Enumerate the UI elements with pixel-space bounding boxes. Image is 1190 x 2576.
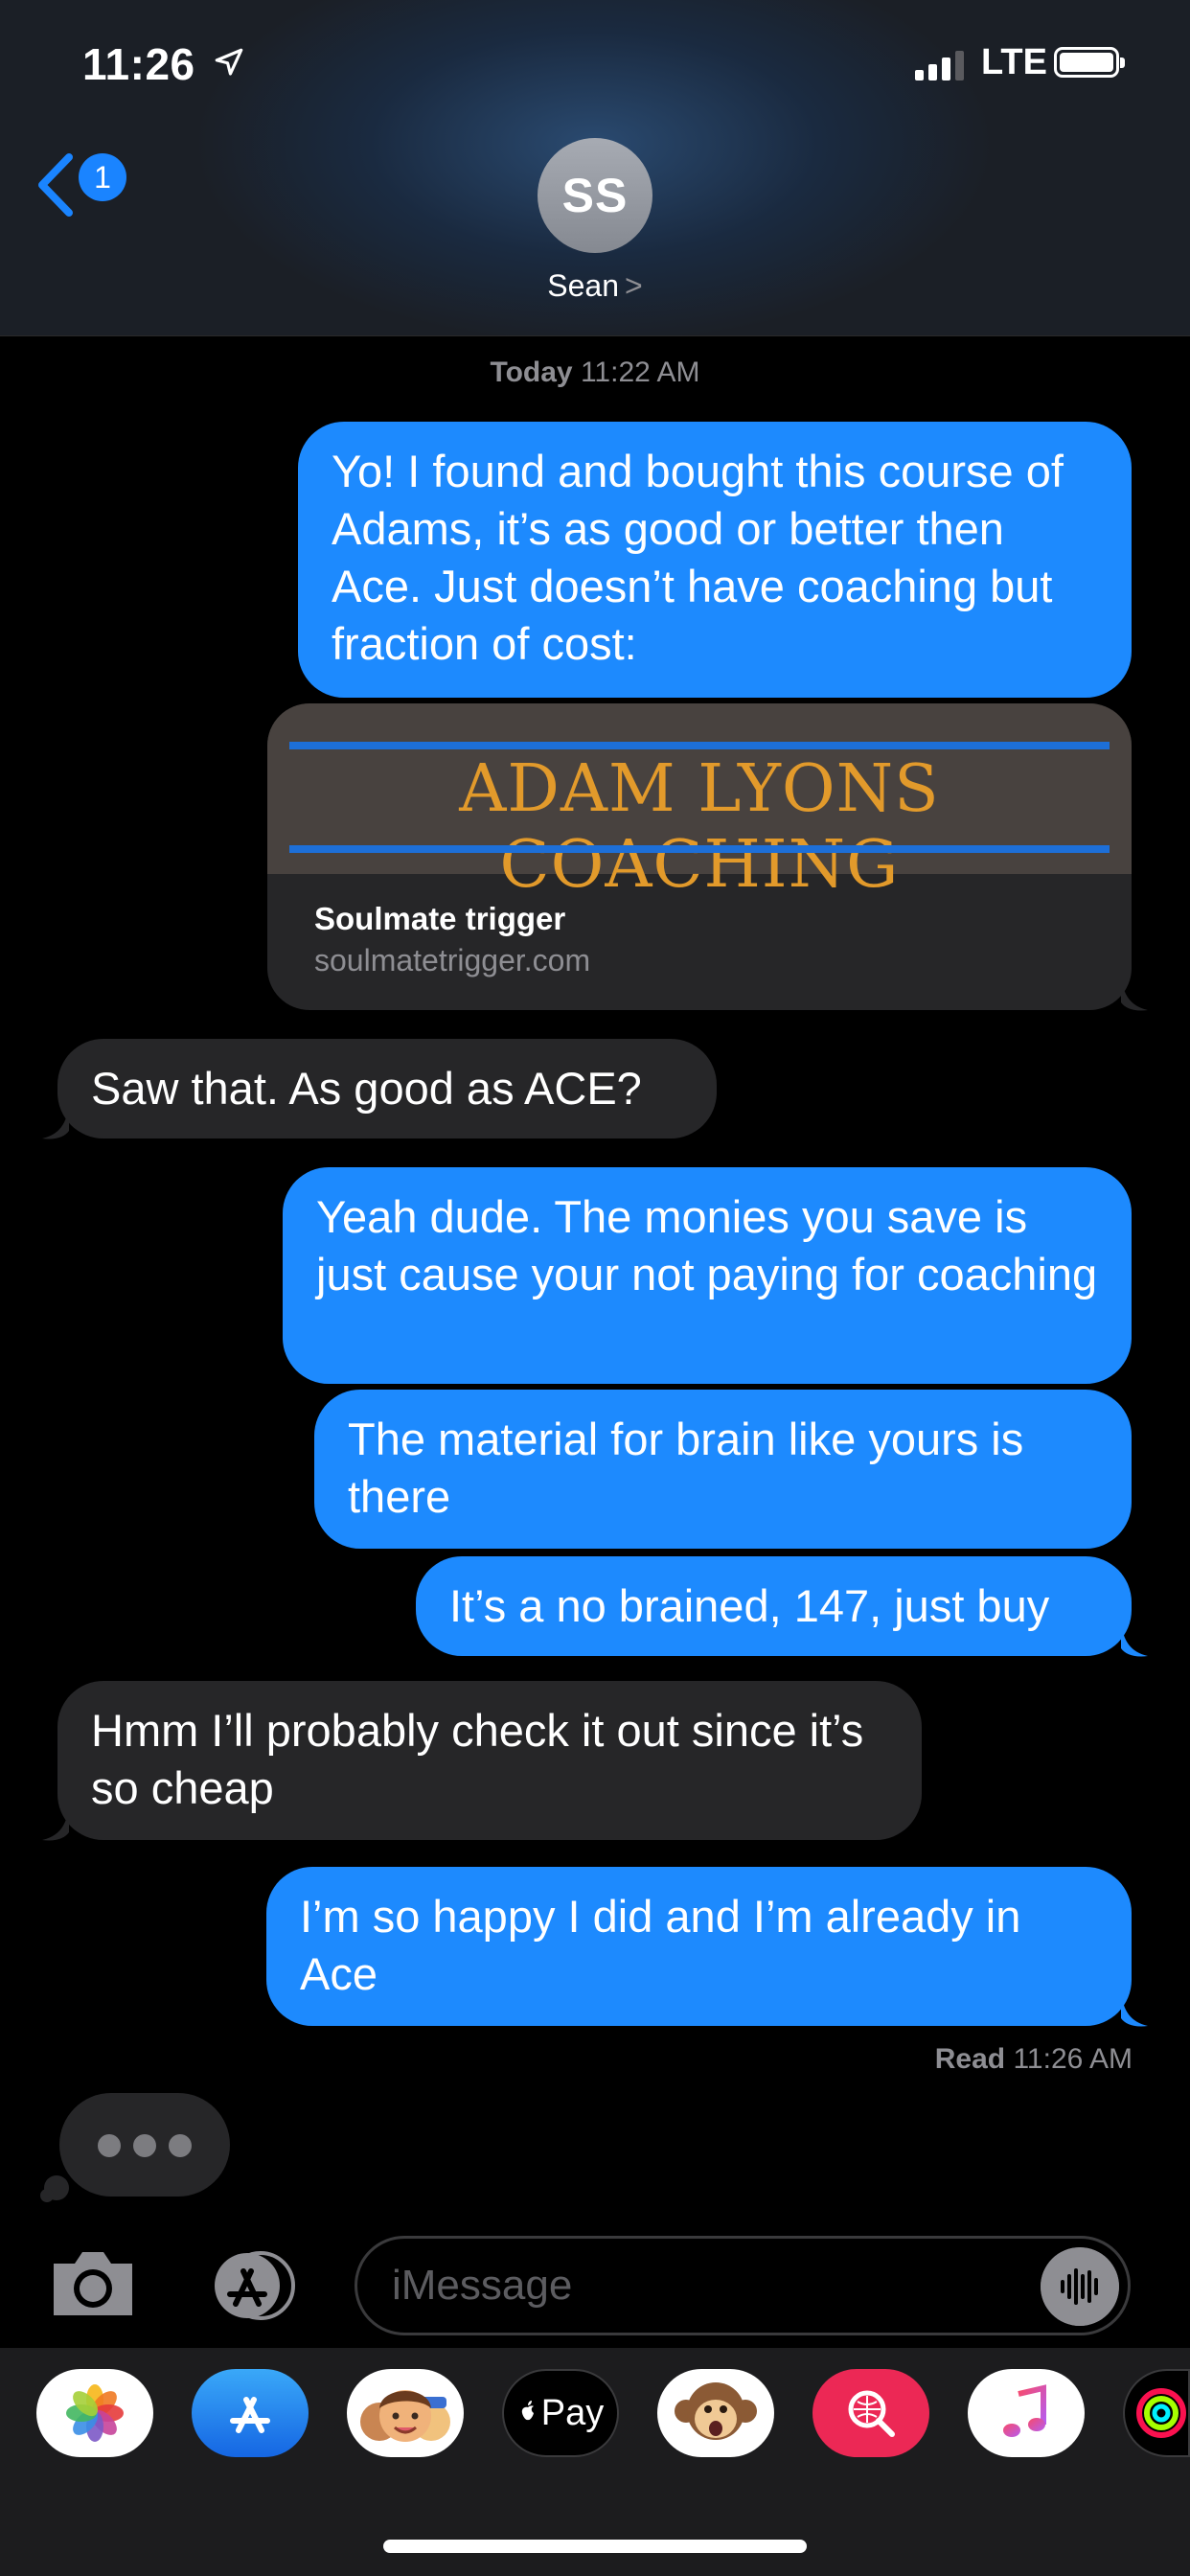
bubble-tail bbox=[1121, 976, 1148, 1011]
contact-name: Sean bbox=[547, 268, 620, 303]
app-store-drawer-icon[interactable] bbox=[201, 2250, 307, 2321]
message-bubble-received[interactable]: Hmm I’ll probably check it out since it’… bbox=[57, 1681, 922, 1840]
image-search-icon[interactable] bbox=[812, 2369, 929, 2457]
memoji-icon[interactable] bbox=[347, 2369, 464, 2457]
camera-icon[interactable] bbox=[48, 2248, 138, 2319]
contact-name-button[interactable]: Sean > bbox=[499, 268, 691, 304]
photos-icon[interactable] bbox=[36, 2369, 153, 2457]
read-label: Read bbox=[934, 2043, 1006, 2075]
unread-badge[interactable]: 1 bbox=[79, 153, 126, 201]
apple-pay-icon[interactable]: Pay bbox=[502, 2369, 619, 2457]
link-title: Soulmate trigger bbox=[314, 901, 566, 936]
thread-timestamp: Today 11:22 AM bbox=[0, 356, 1190, 389]
imessage-input[interactable] bbox=[355, 2236, 1131, 2335]
link-banner-text: ADAM LYONS COACHING bbox=[459, 751, 940, 903]
bubble-tail bbox=[1121, 1622, 1148, 1657]
link-preview-card[interactable]: ADAM LYONS COACHING Soulmate trigger sou… bbox=[267, 703, 1132, 1010]
read-time: 11:26 AM bbox=[1013, 2043, 1133, 2075]
battery-icon bbox=[1054, 47, 1125, 78]
audio-message-icon[interactable] bbox=[1041, 2247, 1119, 2326]
location-arrow-icon bbox=[215, 48, 243, 76]
timestamp-day: Today bbox=[490, 356, 573, 388]
chevron-right-icon: > bbox=[625, 268, 643, 303]
home-indicator[interactable] bbox=[383, 2540, 807, 2553]
network-type: LTE bbox=[981, 42, 1047, 82]
app-store-icon[interactable] bbox=[192, 2369, 309, 2457]
link-url: soulmatetrigger.com bbox=[314, 943, 591, 978]
message-bubble-sent[interactable]: The material for brain like yours is the… bbox=[314, 1390, 1132, 1549]
timestamp-time: 11:22 AM bbox=[580, 356, 700, 388]
message-bubble-sent[interactable]: Yeah dude. The monies you save is just c… bbox=[283, 1167, 1132, 1384]
typing-indicator bbox=[59, 2093, 230, 2196]
status-time: 11:26 bbox=[82, 39, 195, 89]
back-chevron-icon[interactable] bbox=[33, 151, 77, 218]
read-receipt: Read 11:26 AM bbox=[671, 2043, 1133, 2076]
animoji-icon[interactable] bbox=[657, 2369, 774, 2457]
signal-strength-icon bbox=[915, 50, 964, 80]
bubble-tail bbox=[42, 1806, 69, 1841]
apple-pay-label: Pay bbox=[540, 2392, 605, 2433]
bubble-tail bbox=[1121, 1991, 1148, 2027]
message-bubble-sent[interactable]: It’s a no brained, 147, just buy bbox=[416, 1556, 1132, 1656]
contact-avatar[interactable]: SS bbox=[538, 138, 652, 253]
message-bubble-sent[interactable]: I’m so happy I did and I’m already in Ac… bbox=[266, 1867, 1132, 2026]
bubble-tail bbox=[42, 1104, 69, 1139]
link-preview-image: ADAM LYONS COACHING bbox=[267, 703, 1132, 903]
message-bubble-received[interactable]: Saw that. As good as ACE? bbox=[57, 1039, 717, 1138]
message-bubble-sent[interactable]: Yo! I found and bought this course of Ad… bbox=[298, 422, 1132, 698]
music-icon[interactable] bbox=[968, 2369, 1085, 2457]
